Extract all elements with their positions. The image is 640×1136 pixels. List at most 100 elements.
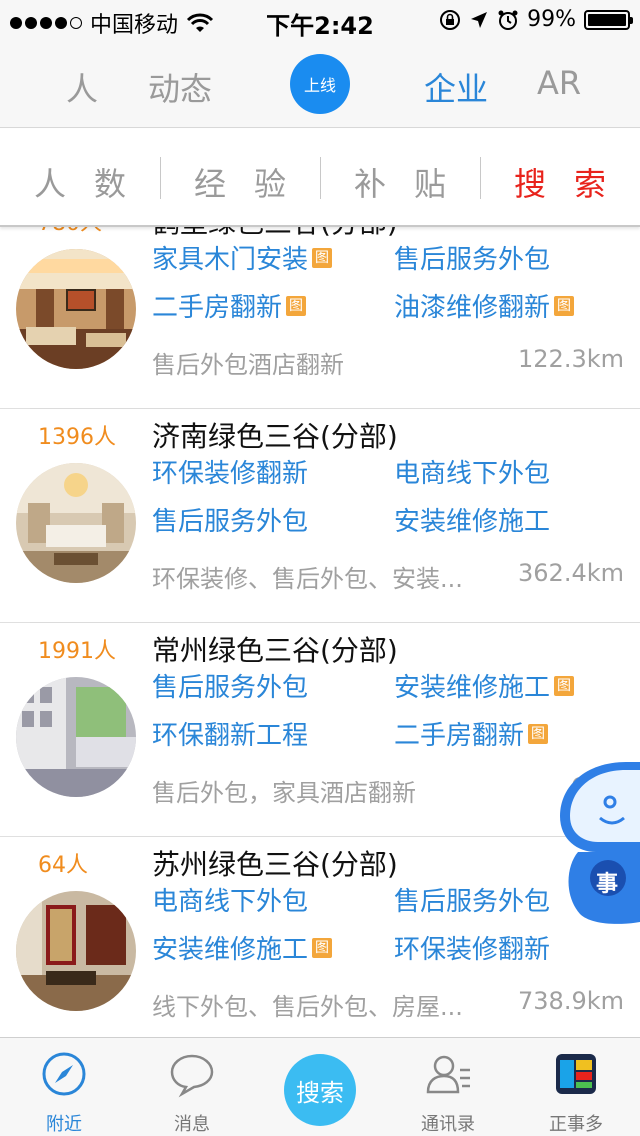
member-count: 780人 bbox=[38, 227, 102, 237]
app-logo-icon bbox=[556, 1054, 596, 1094]
robot-badge-text: 事 bbox=[596, 872, 619, 897]
chat-bubble-icon bbox=[170, 1054, 214, 1098]
battery-icon bbox=[584, 9, 633, 30]
service-tag[interactable]: 售后服务外包 bbox=[394, 881, 550, 918]
filter-divider bbox=[480, 157, 481, 199]
list-item[interactable]: 1991人 常州绿色三谷(分部) 售后服务外包 安装维修施工图 环保翻新工程 二… bbox=[0, 623, 640, 837]
enterprise-name: 常州绿色三谷(分部) bbox=[152, 634, 398, 667]
tag-label: 售后服务外包 bbox=[394, 245, 551, 275]
image-badge-icon: 图 bbox=[312, 247, 333, 268]
tag-label: 电商线下外包 bbox=[394, 459, 551, 489]
battery-fill bbox=[588, 13, 626, 26]
bottom-tab-bar: 附近 消息 搜索 通讯录 正事多 bbox=[0, 1037, 640, 1136]
service-tag[interactable]: 家具木门安装图 bbox=[152, 239, 333, 276]
filter-divider bbox=[160, 157, 161, 199]
top-nav: 人 动态 上线 企业 AR bbox=[0, 40, 640, 128]
tab-label: 正事多 bbox=[549, 1114, 603, 1135]
tab-zhengshiduo[interactable]: 正事多 bbox=[512, 1038, 640, 1136]
tag-label: 安装维修施工 bbox=[394, 673, 551, 703]
enterprise-name: 济南绿色三谷(分部) bbox=[152, 420, 398, 453]
filter-subsidy[interactable]: 补贴 bbox=[354, 159, 474, 205]
list-item[interactable]: 780人 鹤壁绿色三谷(分部) 家具木门安装图 售后服务外包 二手房翻新图 油漆… bbox=[0, 227, 640, 409]
tab-label: 通讯录 bbox=[421, 1114, 475, 1135]
member-count: 1991人 bbox=[38, 639, 116, 664]
distance-label: 362.4km bbox=[518, 559, 624, 587]
go-online-button[interactable]: 上线 bbox=[290, 54, 350, 114]
location-arrow-icon bbox=[471, 11, 488, 28]
tag-label: 售后服务外包 bbox=[394, 887, 551, 917]
status-right: 99% bbox=[439, 7, 633, 32]
tag-label: 环保装修翻新 bbox=[152, 459, 309, 489]
tab-messages[interactable]: 消息 bbox=[128, 1038, 256, 1136]
member-count: 64人 bbox=[38, 853, 88, 878]
service-tag[interactable]: 环保装修翻新 bbox=[152, 453, 308, 490]
tab-contacts[interactable]: 通讯录 bbox=[384, 1038, 512, 1136]
list-item[interactable]: 1396人 济南绿色三谷(分部) 环保装修翻新 电商线下外包 售后服务外包 安装… bbox=[0, 409, 640, 623]
tab-nearby[interactable]: 附近 bbox=[0, 1038, 128, 1136]
alarm-icon bbox=[498, 10, 518, 30]
service-tag[interactable]: 二手房翻新图 bbox=[394, 715, 549, 752]
enterprise-photo bbox=[16, 891, 136, 1011]
service-summary: 售后外包酒店翻新 bbox=[152, 351, 344, 379]
assistant-robot-button[interactable]: 事 bbox=[556, 756, 640, 926]
tag-label: 安装维修施工 bbox=[152, 935, 309, 965]
image-badge-icon: 图 bbox=[286, 295, 307, 316]
service-tag[interactable]: 售后服务外包 bbox=[152, 501, 308, 538]
image-badge-icon: 图 bbox=[554, 295, 575, 316]
battery-percent: 99% bbox=[527, 7, 576, 32]
robot-icon bbox=[560, 762, 640, 924]
enterprise-photo bbox=[16, 463, 136, 583]
status-bar: 中国移动 下午2:42 99% bbox=[0, 0, 640, 40]
contacts-icon bbox=[426, 1055, 470, 1094]
tag-label: 家具木门安装 bbox=[152, 245, 309, 275]
service-summary: 环保装修、售后外包、安装... bbox=[152, 565, 463, 593]
service-tag[interactable]: 售后服务外包 bbox=[152, 667, 308, 704]
orientation-lock-icon bbox=[440, 9, 461, 30]
filter-bar: 人数 经验 补贴 搜索 bbox=[0, 129, 640, 227]
filter-headcount[interactable]: 人数 bbox=[34, 159, 154, 205]
service-tag[interactable]: 环保装修翻新 bbox=[394, 929, 550, 966]
tag-label: 售后服务外包 bbox=[152, 673, 309, 703]
nav-tab-people[interactable]: 人 bbox=[66, 64, 98, 110]
service-tag[interactable]: 安装维修施工图 bbox=[394, 667, 575, 704]
service-tag[interactable]: 售后服务外包 bbox=[394, 239, 550, 276]
tag-label: 环保装修翻新 bbox=[394, 935, 551, 965]
service-tag[interactable]: 二手房翻新图 bbox=[152, 287, 307, 324]
service-tag[interactable]: 安装维修施工图 bbox=[152, 929, 333, 966]
distance-label: 738.9km bbox=[518, 987, 624, 1015]
service-summary: 售后外包，家具酒店翻新 bbox=[152, 779, 416, 807]
image-badge-icon: 图 bbox=[312, 937, 333, 958]
tab-label: 附近 bbox=[46, 1114, 82, 1135]
nav-tab-ar[interactable]: AR bbox=[537, 64, 581, 102]
enterprise-photo bbox=[16, 677, 136, 797]
filter-search[interactable]: 搜索 bbox=[514, 159, 634, 205]
tag-label: 二手房翻新 bbox=[394, 721, 525, 751]
tab-label: 消息 bbox=[174, 1114, 210, 1135]
filter-experience[interactable]: 经验 bbox=[194, 159, 314, 205]
image-badge-icon: 图 bbox=[528, 723, 549, 744]
tag-label: 二手房翻新 bbox=[152, 293, 283, 323]
service-tag[interactable]: 电商线下外包 bbox=[394, 453, 550, 490]
enterprise-name: 苏州绿色三谷(分部) bbox=[152, 848, 398, 881]
nav-tab-feed[interactable]: 动态 bbox=[148, 64, 212, 110]
image-badge-icon: 图 bbox=[554, 675, 575, 696]
service-tag[interactable]: 环保翻新工程 bbox=[152, 715, 308, 752]
service-tag[interactable]: 安装维修施工 bbox=[394, 501, 550, 538]
search-fab-button[interactable]: 搜索 bbox=[284, 1054, 356, 1126]
tag-label: 油漆维修翻新 bbox=[394, 293, 551, 323]
filter-divider bbox=[320, 157, 321, 199]
tag-label: 售后服务外包 bbox=[152, 507, 309, 537]
service-summary: 线下外包、售后外包、房屋... bbox=[152, 993, 463, 1021]
member-count: 1396人 bbox=[38, 425, 116, 450]
enterprise-photo bbox=[16, 249, 136, 369]
nav-tab-enterprise[interactable]: 企业 bbox=[424, 64, 488, 110]
compass-icon bbox=[42, 1052, 86, 1096]
tag-label: 安装维修施工 bbox=[394, 507, 551, 537]
enterprise-list: 780人 鹤壁绿色三谷(分部) 家具木门安装图 售后服务外包 二手房翻新图 油漆… bbox=[0, 227, 640, 1037]
service-tag[interactable]: 油漆维修翻新图 bbox=[394, 287, 575, 324]
tag-label: 环保翻新工程 bbox=[152, 721, 309, 751]
list-item[interactable]: 64人 苏州绿色三谷(分部) 电商线下外包 售后服务外包 安装维修施工图 环保装… bbox=[0, 837, 640, 1037]
tag-label: 电商线下外包 bbox=[152, 887, 309, 917]
distance-label: 122.3km bbox=[518, 345, 624, 373]
service-tag[interactable]: 电商线下外包 bbox=[152, 881, 308, 918]
